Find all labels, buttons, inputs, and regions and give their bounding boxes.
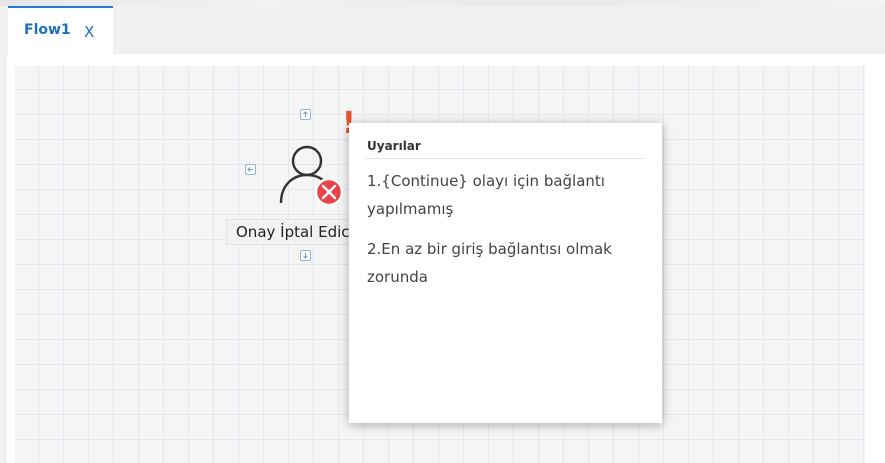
node-label: Onay İptal Edici [226,219,356,245]
popup-title: Uyarılar [367,139,421,153]
port-bottom[interactable] [300,250,311,261]
tab-close-button[interactable]: X [84,23,94,41]
warning-message: 1.{Continue} olayı için bağlantı yapılma… [367,172,605,218]
user-icon [279,145,344,207]
error-badge-icon [314,177,344,207]
popup-divider [365,158,645,159]
tab-title: Flow1 [24,22,71,38]
warning-message: 2.En az bir giriş bağlantısı olmak zorun… [367,240,612,286]
port-top[interactable] [300,109,311,120]
tab-flow1[interactable]: Flow1 X [8,6,113,54]
tab-strip: Flow1 X [0,6,885,54]
warnings-popup: Uyarılar 1.{Continue} olayı için bağlant… [349,123,662,423]
approval-cancel-node[interactable] [271,143,351,211]
port-left[interactable] [245,164,256,175]
